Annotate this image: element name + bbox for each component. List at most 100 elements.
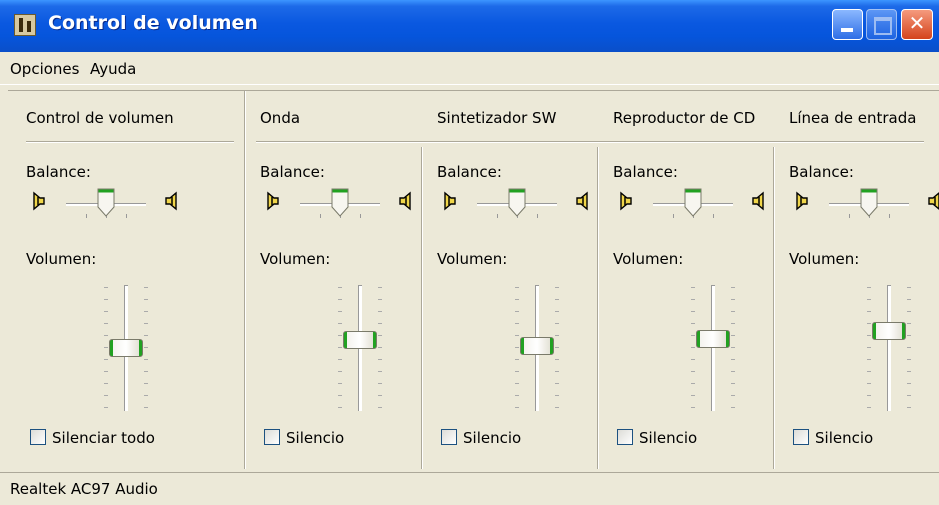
- volume-tick: [378, 335, 382, 336]
- channel-title: Control de volumen: [26, 109, 174, 127]
- volume-tick: [867, 347, 871, 348]
- balance-slider-thumb[interactable]: [859, 188, 879, 218]
- balance-slider-thumb[interactable]: [507, 188, 527, 218]
- mute-label: Silencio: [815, 429, 874, 447]
- volume-tick: [691, 311, 695, 312]
- volume-tick: [144, 335, 148, 336]
- volume-tick: [691, 359, 695, 360]
- volume-label: Volumen:: [437, 250, 508, 268]
- menu-ayuda[interactable]: Ayuda: [90, 60, 136, 78]
- mute-checkbox-box[interactable]: [30, 429, 46, 445]
- volume-track[interactable]: [887, 285, 891, 411]
- menu-opciones[interactable]: Opciones: [10, 60, 79, 78]
- channel-title: Onda: [260, 109, 301, 127]
- minimize-button[interactable]: [832, 9, 863, 40]
- volume-tick: [104, 299, 108, 300]
- volume-tick: [515, 311, 519, 312]
- balance-slider-thumb[interactable]: [683, 188, 703, 218]
- volume-slider-thumb[interactable]: [872, 321, 906, 340]
- left-speaker-icon: [793, 191, 809, 211]
- volume-tick: [515, 335, 519, 336]
- volume-tick: [144, 395, 148, 396]
- volume-tick: [691, 335, 695, 336]
- volume-tick: [555, 383, 559, 384]
- balance-label: Balance:: [789, 163, 854, 181]
- volume-tick: [515, 323, 519, 324]
- mute-checkbox-box[interactable]: [793, 429, 809, 445]
- volume-tick: [867, 371, 871, 372]
- channel-column: Control de volumen Balance: Volumen: Silenc…: [16, 91, 192, 471]
- volume-tick: [907, 407, 911, 408]
- volume-slider-thumb[interactable]: [520, 337, 554, 355]
- channel-title: Sintetizador SW: [437, 109, 557, 127]
- balance-label: Balance:: [613, 163, 678, 181]
- volume-tick: [555, 371, 559, 372]
- volume-tick: [515, 347, 519, 348]
- volume-slider-thumb[interactable]: [109, 339, 143, 358]
- volume-tick: [144, 347, 148, 348]
- volume-tick: [731, 299, 735, 300]
- volume-tick: [555, 335, 559, 336]
- volume-tick: [907, 359, 911, 360]
- volume-tick: [104, 383, 108, 384]
- volume-tick: [378, 359, 382, 360]
- volume-tick: [338, 287, 342, 288]
- volume-slider-thumb[interactable]: [343, 331, 377, 350]
- volume-tick: [144, 383, 148, 384]
- volume-tick: [144, 287, 148, 288]
- volume-tick: [867, 359, 871, 360]
- volume-label: Volumen:: [260, 250, 331, 268]
- volume-tick: [515, 299, 519, 300]
- balance-tick: [537, 214, 538, 218]
- channel-title: Reproductor de CD: [613, 109, 756, 127]
- balance-tick: [86, 214, 87, 218]
- volume-tick: [338, 347, 342, 348]
- mute-checkbox-box[interactable]: [441, 429, 457, 445]
- volume-slider-thumb[interactable]: [696, 329, 730, 348]
- volume-tick: [515, 407, 519, 408]
- volume-tick: [731, 347, 735, 348]
- volume-tick: [144, 323, 148, 324]
- volume-tick: [867, 335, 871, 336]
- channel-column: Reproductor de CD Balance: Volumen: Silenci…: [601, 91, 777, 471]
- volume-tick: [907, 371, 911, 372]
- balance-tick: [497, 214, 498, 218]
- volume-app-icon[interactable]: [14, 14, 36, 36]
- volume-tick: [555, 299, 559, 300]
- balance-label: Balance:: [26, 163, 91, 181]
- volume-tick: [907, 287, 911, 288]
- close-button[interactable]: [901, 9, 933, 40]
- balance-label: Balance:: [437, 163, 502, 181]
- right-speaker-icon: [575, 191, 591, 211]
- volume-tick: [338, 323, 342, 324]
- volume-tick: [378, 395, 382, 396]
- volume-tick: [104, 311, 108, 312]
- balance-tick: [889, 214, 890, 218]
- left-speaker-icon: [441, 191, 457, 211]
- mute-checkbox-box[interactable]: [264, 429, 280, 445]
- balance-label: Balance:: [260, 163, 325, 181]
- menu-bar: Opciones Ayuda: [0, 52, 939, 85]
- volume-tick: [144, 359, 148, 360]
- volume-tick: [691, 395, 695, 396]
- volume-control-window: Control de volumen Opciones Ayuda Contro…: [0, 0, 939, 505]
- volume-tick: [338, 359, 342, 360]
- volume-tick: [378, 287, 382, 288]
- volume-tick: [691, 371, 695, 372]
- mute-label: Silenciar todo: [52, 429, 155, 447]
- volume-tick: [338, 407, 342, 408]
- channel-column: Línea de entrada Balance: Volumen: Silencio: [777, 91, 939, 471]
- balance-slider-thumb[interactable]: [96, 188, 116, 218]
- volume-tick: [104, 371, 108, 372]
- volume-label: Volumen:: [613, 250, 684, 268]
- title-bar[interactable]: Control de volumen: [0, 0, 939, 52]
- mute-checkbox-box[interactable]: [617, 429, 633, 445]
- volume-tick: [104, 407, 108, 408]
- volume-track[interactable]: [711, 285, 715, 411]
- balance-tick: [673, 214, 674, 218]
- right-speaker-icon: [398, 191, 414, 211]
- right-speaker-icon: [927, 191, 939, 211]
- balance-slider-thumb[interactable]: [330, 188, 350, 218]
- volume-tick: [907, 323, 911, 324]
- volume-tick: [515, 371, 519, 372]
